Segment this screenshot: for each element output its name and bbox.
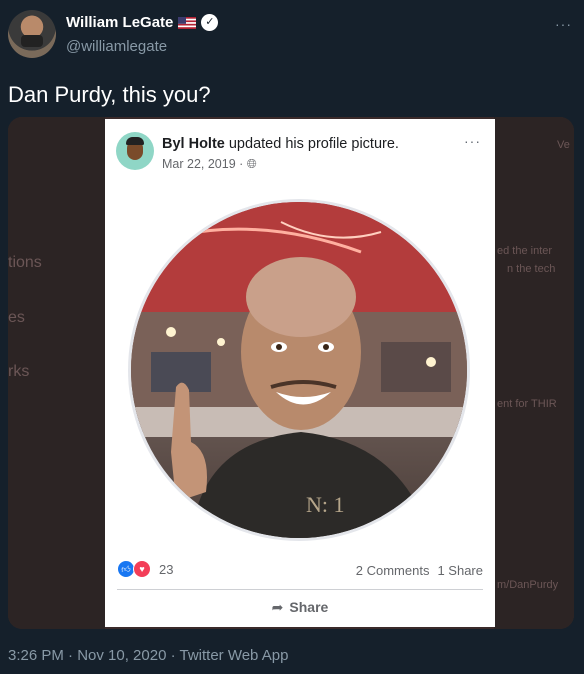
background-text: Ve xyxy=(557,139,570,151)
tweet-media[interactable]: tions es rks Ve ed the inter n the tech … xyxy=(8,117,574,629)
reaction-count: 23 xyxy=(159,561,174,577)
background-text: tions xyxy=(8,254,42,271)
profile-photo-frame: N: 1 xyxy=(128,199,470,541)
fb-post-title: Byl Holte updated his profile picture. xyxy=(162,136,399,152)
shares-count: 1 Share xyxy=(437,563,483,578)
tweet-timestamp[interactable]: 3:26 PM · Nov 10, 2020 · Twitter Web App xyxy=(8,647,288,664)
globe-icon: 🌐︎ xyxy=(246,157,257,171)
comments-count: 2 Comments xyxy=(355,563,430,578)
fb-post-stats: 2 Comments 1 Share xyxy=(356,563,483,578)
more-options-icon[interactable]: ··· xyxy=(555,16,572,32)
author-name-row[interactable]: William LeGate ✓ xyxy=(66,14,219,31)
blurred-background-right xyxy=(494,117,574,629)
author-handle[interactable]: @williamlegate xyxy=(66,38,167,55)
share-arrow-icon: ➦ xyxy=(271,599,284,615)
fb-post-date: Mar 22, 2019 · 🌐︎ xyxy=(162,157,257,172)
fb-action-text: updated his profile picture. xyxy=(224,136,399,152)
background-text: rks xyxy=(8,363,30,380)
fb-more-icon: ··· xyxy=(464,133,481,149)
svg-text:N: 1: N: 1 xyxy=(306,492,345,517)
love-reaction-icon: ♥ xyxy=(133,560,151,578)
facebook-post-card: Byl Holte updated his profile picture. M… xyxy=(105,119,495,627)
fb-share-button: ➦ Share xyxy=(105,599,495,616)
fb-author-name: Byl Holte xyxy=(162,136,225,152)
tweet-text: Dan Purdy, this you? xyxy=(8,82,211,107)
tweet-header: William LeGate ✓ @williamlegate ··· xyxy=(8,10,578,62)
author-avatar[interactable] xyxy=(8,10,56,58)
background-text: ent for THIR xyxy=(497,398,557,410)
background-text: es xyxy=(8,309,25,326)
profile-photo: N: 1 xyxy=(131,202,467,538)
fb-divider xyxy=(117,589,483,590)
us-flag-icon xyxy=(178,16,197,29)
fb-date-text: Mar 22, 2019 · xyxy=(162,157,247,171)
fb-reactions: 👍︎ ♥ 23 xyxy=(117,560,173,578)
fb-author-avatar xyxy=(116,132,154,170)
share-label: Share xyxy=(289,599,329,615)
verified-badge-icon: ✓ xyxy=(201,14,219,31)
author-name[interactable]: William LeGate xyxy=(66,14,173,31)
background-text: ed the inter xyxy=(497,245,553,257)
photo-illustration: N: 1 xyxy=(131,202,467,538)
background-text: m/DanPurdy xyxy=(497,579,559,591)
background-text: n the tech xyxy=(507,263,556,275)
